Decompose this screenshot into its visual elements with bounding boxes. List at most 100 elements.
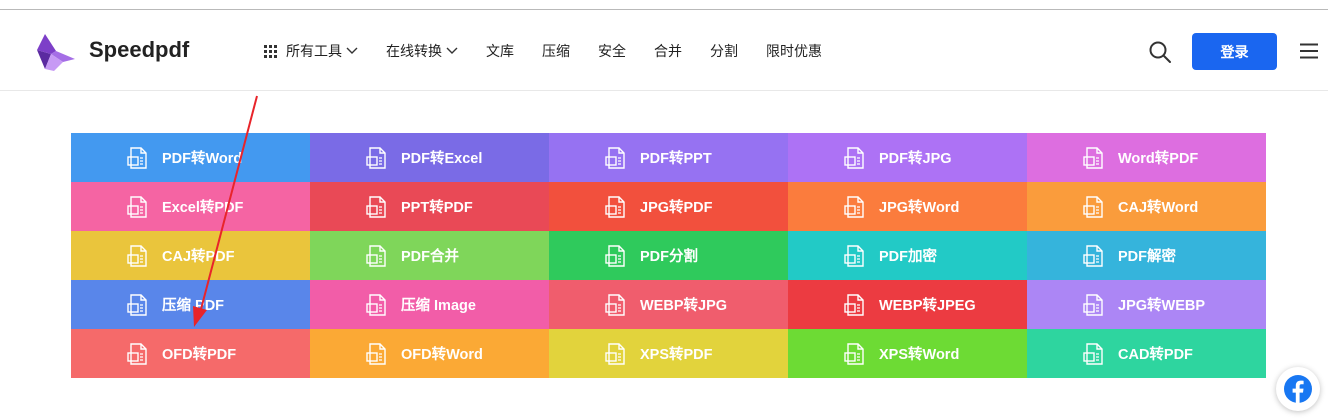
tool-tile[interactable]: Excel转PDF [71, 182, 310, 231]
tool-tile[interactable]: WEBP转JPG [549, 280, 788, 329]
tool-tile[interactable]: PDF转JPG [788, 133, 1027, 182]
tool-tile[interactable]: OFD转Word [310, 329, 549, 378]
file-convert-icon [605, 195, 625, 218]
file-convert-icon [844, 244, 864, 267]
tool-label: JPG转PDF [640, 200, 713, 216]
file-convert-icon [1083, 244, 1103, 267]
nav-label: 合并 [654, 43, 682, 59]
tool-tile[interactable]: WEBP转JPEG [788, 280, 1027, 329]
nav-split[interactable]: 分割 [710, 41, 738, 61]
tool-tile[interactable]: 压缩 Image [310, 280, 549, 329]
tool-tile[interactable]: PDF解密 [1027, 231, 1266, 280]
tool-tile[interactable]: 压缩 PDF [71, 280, 310, 329]
file-convert-icon [605, 293, 625, 316]
file-convert-icon [605, 244, 625, 267]
tool-label: JPG转Word [879, 200, 960, 216]
chevron-down-icon [346, 47, 358, 54]
nav-library[interactable]: 文库 [486, 41, 514, 61]
tool-tile[interactable]: CAJ转PDF [71, 231, 310, 280]
tool-tile[interactable]: JPG转PDF [549, 182, 788, 231]
tool-label: Word转PDF [1118, 151, 1199, 167]
file-convert-icon [844, 293, 864, 316]
tool-label: PPT转PDF [401, 200, 473, 216]
tool-label: CAJ转PDF [162, 249, 235, 265]
nav-all-tools[interactable]: 所有工具 [264, 41, 358, 61]
chevron-down-icon [446, 47, 458, 54]
tool-tile[interactable]: PDF合并 [310, 231, 549, 280]
file-convert-icon [1083, 195, 1103, 218]
file-convert-icon [844, 146, 864, 169]
file-convert-icon [127, 342, 147, 365]
tool-label: PDF分割 [640, 249, 698, 265]
file-convert-icon [366, 244, 386, 267]
brand-name[interactable]: Speedpdf [89, 37, 189, 63]
tool-label: XPS转Word [879, 347, 960, 363]
tool-tile[interactable]: JPG转Word [788, 182, 1027, 231]
nav-label: 文库 [486, 43, 514, 59]
file-convert-icon [844, 342, 864, 365]
nav-label: 分割 [710, 43, 738, 59]
main-nav: 所有工具 在线转换 文库 压缩 安全 合并 分割 限时优惠 [264, 41, 850, 61]
tool-tile[interactable]: OFD转PDF [71, 329, 310, 378]
tool-label: OFD转PDF [162, 347, 237, 363]
nav-compress[interactable]: 压缩 [542, 41, 570, 61]
facebook-icon [1284, 375, 1312, 404]
tool-grid: PDF转Word PDF转Excel PDF转PPT PDF转JPG Word转PDF E… [71, 133, 1266, 378]
nav-security[interactable]: 安全 [598, 41, 626, 61]
tool-label: 压缩 Image [401, 298, 476, 314]
tool-label: XPS转PDF [640, 347, 713, 363]
tool-tile[interactable]: PDF加密 [788, 231, 1027, 280]
tool-label: WEBP转JPG [640, 298, 728, 314]
tool-label: PDF转Excel [401, 151, 483, 167]
file-convert-icon [605, 146, 625, 169]
file-convert-icon [366, 146, 386, 169]
file-convert-icon [1083, 146, 1103, 169]
file-convert-icon [366, 342, 386, 365]
tool-tile[interactable]: PDF转Word [71, 133, 310, 182]
tool-label: CAJ转Word [1118, 200, 1199, 216]
nav-label: 限时优惠 [766, 43, 822, 59]
tool-label: PDF转JPG [879, 151, 952, 167]
tool-tile[interactable]: CAJ转Word [1027, 182, 1266, 231]
tool-tile[interactable]: PDF转Excel [310, 133, 549, 182]
tool-tile[interactable]: XPS转Word [788, 329, 1027, 378]
tool-label: PDF合并 [401, 249, 459, 265]
file-convert-icon [127, 293, 147, 316]
file-convert-icon [366, 195, 386, 218]
file-convert-icon [1083, 293, 1103, 316]
tool-tile[interactable]: PDF分割 [549, 231, 788, 280]
file-convert-icon [127, 195, 147, 218]
tool-tile[interactable]: Word转PDF [1027, 133, 1266, 182]
tool-tile[interactable]: JPG转WEBP [1027, 280, 1266, 329]
tool-label: PDF转PPT [640, 151, 712, 167]
file-convert-icon [605, 342, 625, 365]
nav-label: 安全 [598, 43, 626, 59]
tool-label: Excel转PDF [162, 200, 244, 216]
nav-online-convert[interactable]: 在线转换 [386, 41, 458, 61]
nav-merge[interactable]: 合并 [654, 41, 682, 61]
tool-label: JPG转WEBP [1118, 298, 1206, 314]
tool-tile[interactable]: PDF转PPT [549, 133, 788, 182]
tool-label: PDF加密 [879, 249, 937, 265]
file-convert-icon [1083, 342, 1103, 365]
login-button[interactable]: 登录 [1192, 33, 1277, 70]
facebook-button[interactable] [1276, 367, 1320, 411]
nav-limited-offer[interactable]: 限时优惠 [766, 41, 822, 61]
file-convert-icon [844, 195, 864, 218]
tool-tile[interactable]: PPT转PDF [310, 182, 549, 231]
tool-tile[interactable]: XPS转PDF [549, 329, 788, 378]
search-icon[interactable] [1148, 40, 1172, 64]
nav-label: 压缩 [542, 43, 570, 59]
tool-tile[interactable]: CAD转PDF [1027, 329, 1266, 378]
file-convert-icon [366, 293, 386, 316]
nav-label: 在线转换 [386, 43, 442, 59]
file-convert-icon [127, 244, 147, 267]
tool-label: PDF转Word [162, 151, 243, 167]
file-convert-icon [127, 146, 147, 169]
site-header: Speedpdf 所有工具 在线转换 文库 压缩 安全 合并 分割 限时优惠 登… [0, 10, 1328, 91]
speedpdf-logo[interactable] [34, 32, 76, 72]
hamburger-menu-icon[interactable] [1300, 43, 1318, 59]
nav-label: 所有工具 [286, 43, 342, 59]
tool-label: PDF解密 [1118, 249, 1176, 265]
tool-label: 压缩 PDF [162, 298, 225, 314]
